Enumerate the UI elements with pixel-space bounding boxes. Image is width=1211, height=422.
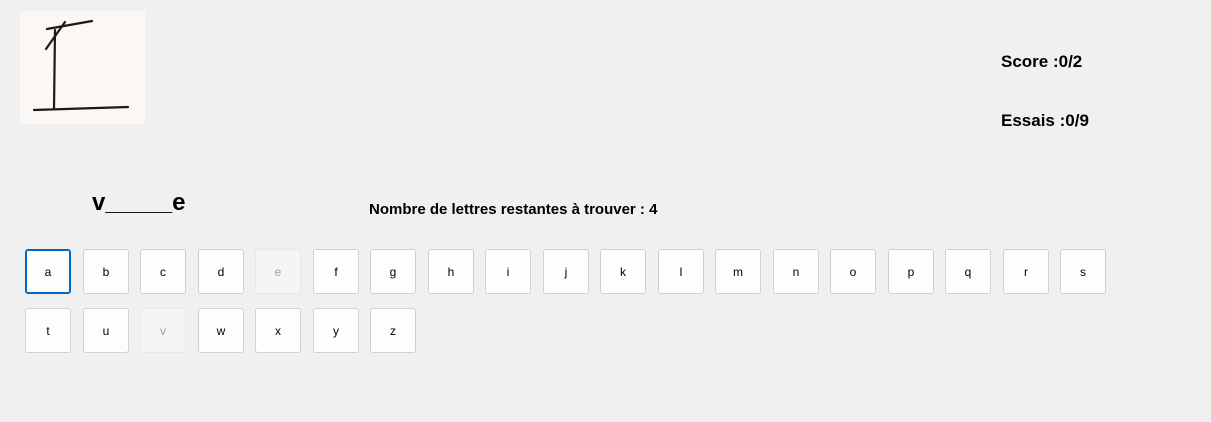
letter-button-n[interactable]: n xyxy=(773,249,819,294)
attempts-label: Essais :0/9 xyxy=(1001,111,1089,130)
letter-button-s[interactable]: s xyxy=(1060,249,1106,294)
remaining-letters-label: Nombre de lettres restantes à trouver : … xyxy=(369,201,658,218)
letter-button-b[interactable]: b xyxy=(83,249,129,294)
letter-button-u[interactable]: u xyxy=(83,308,129,353)
letter-button-w[interactable]: w xyxy=(198,308,244,353)
letter-button-v: v xyxy=(140,308,186,353)
letter-button-o[interactable]: o xyxy=(830,249,876,294)
letter-button-d[interactable]: d xyxy=(198,249,244,294)
letter-button-j[interactable]: j xyxy=(543,249,589,294)
letter-button-q[interactable]: q xyxy=(945,249,991,294)
letter-button-z[interactable]: z xyxy=(370,308,416,353)
letter-button-h[interactable]: h xyxy=(428,249,474,294)
letter-button-a[interactable]: a xyxy=(25,249,71,294)
letter-button-m[interactable]: m xyxy=(715,249,761,294)
letter-button-i[interactable]: i xyxy=(485,249,531,294)
letter-button-r[interactable]: r xyxy=(1003,249,1049,294)
letter-button-t[interactable]: t xyxy=(25,308,71,353)
letter-button-p[interactable]: p xyxy=(888,249,934,294)
letter-button-y[interactable]: y xyxy=(313,308,359,353)
letter-button-l[interactable]: l xyxy=(658,249,704,294)
letter-button-f[interactable]: f xyxy=(313,249,359,294)
letter-button-k[interactable]: k xyxy=(600,249,646,294)
letter-button-e: e xyxy=(255,249,301,294)
letter-button-g[interactable]: g xyxy=(370,249,416,294)
letter-button-c[interactable]: c xyxy=(140,249,186,294)
letter-button-x[interactable]: x xyxy=(255,308,301,353)
hangman-gallows-icon xyxy=(32,19,130,112)
hidden-word: v_____e xyxy=(92,189,186,216)
hangman-drawing xyxy=(20,11,145,124)
score-label: Score :0/2 xyxy=(1001,52,1083,71)
